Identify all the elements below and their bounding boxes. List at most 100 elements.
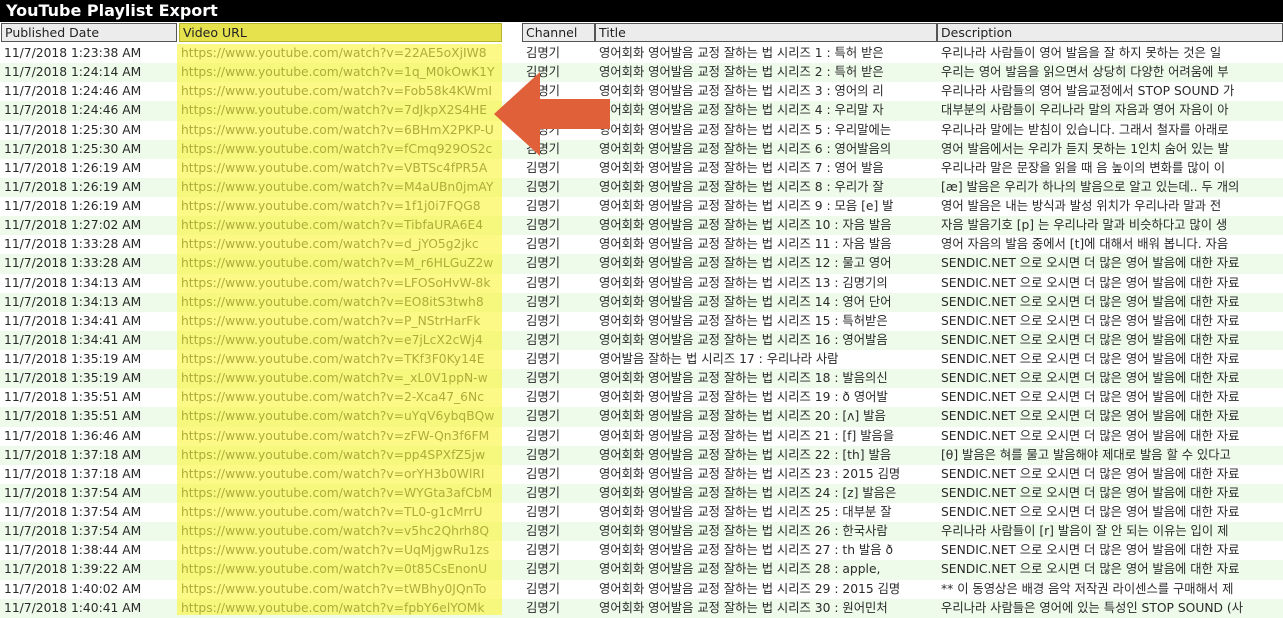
cell-published-date[interactable]: 11/7/2018 1:39:22 AM: [0, 560, 177, 579]
cell-video-url[interactable]: https://www.youtube.com/watch?v=LFOSoHvW…: [177, 274, 504, 293]
column-header-description[interactable]: Description: [937, 23, 1283, 42]
table-row[interactable]: 11/7/2018 1:36:46 AM https://www.youtube.…: [0, 426, 1283, 446]
cell-published-date[interactable]: 11/7/2018 1:33:28 AM: [0, 235, 177, 254]
table-row[interactable]: 11/7/2018 1:34:13 AM https://www.youtube.…: [0, 273, 1283, 293]
cell-title[interactable]: 영어회화 영어발음 교정 잘하는 법 시리즈 6 : 영어발음의: [595, 140, 937, 159]
cell-channel[interactable]: 김명기: [522, 331, 596, 350]
cell-video-url[interactable]: https://www.youtube.com/watch?v=VBTSc4fP…: [177, 159, 504, 178]
cell-channel[interactable]: 김명기: [522, 465, 596, 484]
table-row[interactable]: 11/7/2018 1:37:54 AM https://www.youtube.…: [0, 503, 1283, 523]
cell-video-url[interactable]: https://www.youtube.com/watch?v=TKf3F0Ky…: [177, 350, 504, 369]
table-row[interactable]: 11/7/2018 1:34:41 AM https://www.youtube.…: [0, 311, 1283, 331]
cell-published-date[interactable]: 11/7/2018 1:37:18 AM: [0, 446, 177, 465]
cell-title[interactable]: 영어회화 영어발음 교정 잘하는 법 시리즈 26 : 한국사람: [595, 522, 937, 541]
cell-description[interactable]: SENDIC.NET 으로 오시면 더 많은 영어 발음에 대한 자료: [937, 388, 1283, 407]
cell-published-date[interactable]: 11/7/2018 1:37:18 AM: [0, 465, 177, 484]
cell-published-date[interactable]: 11/7/2018 1:37:54 AM: [0, 503, 177, 522]
cell-channel[interactable]: 김명기: [522, 369, 596, 388]
cell-description[interactable]: 우리나라 말은 문장을 읽을 때 음 높이의 변화를 많이 이: [937, 159, 1283, 178]
cell-title[interactable]: 영어회화 영어발음 교정 잘하는 법 시리즈 10 : 자음 발음: [595, 216, 937, 235]
cell-title[interactable]: 영어회화 영어발음 교정 잘하는 법 시리즈 2 : 특허 받은: [595, 63, 937, 82]
cell-published-date[interactable]: 11/7/2018 1:36:46 AM: [0, 427, 177, 446]
cell-title[interactable]: 영어회화 영어발음 교정 잘하는 법 시리즈 14 : 영어 단어: [595, 293, 937, 312]
cell-description[interactable]: SENDIC.NET 으로 오시면 더 많은 영어 발음에 대한 자료: [937, 465, 1283, 484]
cell-description[interactable]: SENDIC.NET 으로 오시면 더 많은 영어 발음에 대한 자료: [937, 407, 1283, 426]
cell-published-date[interactable]: 11/7/2018 1:34:13 AM: [0, 293, 177, 312]
cell-video-url[interactable]: https://www.youtube.com/watch?v=pp4SPXfZ…: [177, 446, 504, 465]
cell-published-date[interactable]: 11/7/2018 1:35:51 AM: [0, 407, 177, 426]
cell-published-date[interactable]: 11/7/2018 1:37:54 AM: [0, 484, 177, 503]
cell-title[interactable]: 영어회화 영어발음 교정 잘하는 법 시리즈 7 : 영어 발음: [595, 159, 937, 178]
cell-description[interactable]: [θ] 발음은 혀를 물고 발음해야 제대로 발음 할 수 있다고: [937, 446, 1283, 465]
cell-title[interactable]: 영어회화 영어발음 교정 잘하는 법 시리즈 3 : 영어의 리: [595, 82, 937, 101]
cell-title[interactable]: 영어회화 영어발음 교정 잘하는 법 시리즈 18 : 발음의신: [595, 369, 937, 388]
table-row[interactable]: 11/7/2018 1:25:30 AM https://www.youtube.…: [0, 120, 1283, 140]
table-row[interactable]: 11/7/2018 1:39:22 AM https://www.youtube.…: [0, 560, 1283, 580]
cell-published-date[interactable]: 11/7/2018 1:26:19 AM: [0, 197, 177, 216]
cell-video-url[interactable]: https://www.youtube.com/watch?v=e7jLcX2c…: [177, 331, 504, 350]
table-row[interactable]: 11/7/2018 1:26:19 AM https://www.youtube.…: [0, 197, 1283, 217]
cell-video-url[interactable]: https://www.youtube.com/watch?v=22AE5oXj…: [177, 44, 504, 63]
cell-description[interactable]: [æ] 발음은 우리가 하나의 발음으로 알고 있는데.. 두 개의: [937, 178, 1283, 197]
cell-description[interactable]: 영어 발음에서는 우리가 듣지 못하는 1인치 숨어 있는 발: [937, 140, 1283, 159]
cell-channel[interactable]: 김명기: [522, 446, 596, 465]
cell-title[interactable]: 영어회화 영어발음 교정 잘하는 법 시리즈 16 : 영어발음: [595, 331, 937, 350]
table-row[interactable]: 11/7/2018 1:37:54 AM https://www.youtube.…: [0, 522, 1283, 542]
table-row[interactable]: 11/7/2018 1:24:46 AM https://www.youtube.…: [0, 101, 1283, 121]
cell-published-date[interactable]: 11/7/2018 1:35:19 AM: [0, 350, 177, 369]
cell-published-date[interactable]: 11/7/2018 1:25:30 AM: [0, 121, 177, 140]
cell-video-url[interactable]: https://www.youtube.com/watch?v=2-Xca47_…: [177, 388, 504, 407]
column-header-title[interactable]: Title: [595, 23, 937, 42]
cell-published-date[interactable]: 11/7/2018 1:25:30 AM: [0, 140, 177, 159]
cell-video-url[interactable]: https://www.youtube.com/watch?v=1f1j0i7F…: [177, 197, 504, 216]
cell-title[interactable]: 영어회화 영어발음 교정 잘하는 법 시리즈 12 : 물고 영어: [595, 254, 937, 273]
cell-video-url[interactable]: https://www.youtube.com/watch?v=_xL0V1pp…: [177, 369, 504, 388]
cell-published-date[interactable]: 11/7/2018 1:35:51 AM: [0, 388, 177, 407]
cell-description[interactable]: SENDIC.NET 으로 오시면 더 많은 영어 발음에 대한 자료: [937, 274, 1283, 293]
cell-published-date[interactable]: 11/7/2018 1:26:19 AM: [0, 159, 177, 178]
cell-description[interactable]: 영어 발음은 내는 방식과 발성 위치가 우리나라 말과 전: [937, 197, 1283, 216]
cell-video-url[interactable]: https://www.youtube.com/watch?v=1q_M0kOw…: [177, 63, 504, 82]
cell-published-date[interactable]: 11/7/2018 1:37:54 AM: [0, 522, 177, 541]
cell-title[interactable]: 영어회화 영어발음 교정 잘하는 법 시리즈 29 : 2015 김명: [595, 580, 937, 599]
cell-title[interactable]: 영어회화 영어발음 교정 잘하는 법 시리즈 8 : 우리가 잘: [595, 178, 937, 197]
table-row[interactable]: 11/7/2018 1:33:28 AM https://www.youtube.…: [0, 235, 1283, 255]
table-row[interactable]: 11/7/2018 1:37:18 AM https://www.youtube.…: [0, 464, 1283, 484]
cell-title[interactable]: 영어회화 영어발음 교정 잘하는 법 시리즈 21 : [f] 발음을: [595, 427, 937, 446]
table-row[interactable]: 11/7/2018 1:38:44 AM https://www.youtube.…: [0, 541, 1283, 561]
cell-video-url[interactable]: https://www.youtube.com/watch?v=WYGta3af…: [177, 484, 504, 503]
table-row[interactable]: 11/7/2018 1:23:38 AM https://www.youtube.…: [0, 44, 1283, 64]
cell-published-date[interactable]: 11/7/2018 1:34:41 AM: [0, 331, 177, 350]
cell-video-url[interactable]: https://www.youtube.com/watch?v=uYqV6ybq…: [177, 407, 504, 426]
cell-channel[interactable]: 김명기: [522, 407, 596, 426]
table-row[interactable]: 11/7/2018 1:37:54 AM https://www.youtube.…: [0, 483, 1283, 503]
cell-description[interactable]: SENDIC.NET 으로 오시면 더 많은 영어 발음에 대한 자료: [937, 427, 1283, 446]
cell-video-url[interactable]: https://www.youtube.com/watch?v=TL0-g1cM…: [177, 503, 504, 522]
cell-description[interactable]: ** 이 동영상은 배경 음악 저작권 라이센스를 구매해서 제: [937, 580, 1283, 599]
cell-title[interactable]: 영어회화 영어발음 교정 잘하는 법 시리즈 5 : 우리말에는: [595, 121, 937, 140]
cell-description[interactable]: 우리나라 사람들이 [r] 발음이 잘 안 되는 이유는 입이 제: [937, 522, 1283, 541]
cell-channel[interactable]: 김명기: [522, 44, 596, 63]
table-row[interactable]: 11/7/2018 1:26:19 AM https://www.youtube.…: [0, 177, 1283, 197]
cell-channel[interactable]: 김명기: [522, 178, 596, 197]
cell-published-date[interactable]: 11/7/2018 1:38:44 AM: [0, 541, 177, 560]
cell-channel[interactable]: 김명기: [522, 254, 596, 273]
cell-title[interactable]: 영어회화 영어발음 교정 잘하는 법 시리즈 24 : [z] 발음은: [595, 484, 937, 503]
cell-video-url[interactable]: https://www.youtube.com/watch?v=0t85CsEn…: [177, 560, 504, 579]
cell-description[interactable]: 우리나라 사람들이 영어 발음을 잘 하지 못하는 것은 일: [937, 44, 1283, 63]
cell-video-url[interactable]: https://www.youtube.com/watch?v=v5hc2Qhr…: [177, 522, 504, 541]
cell-video-url[interactable]: https://www.youtube.com/watch?v=Fob58k4K…: [177, 82, 504, 101]
cell-video-url[interactable]: https://www.youtube.com/watch?v=TibfaURA…: [177, 216, 504, 235]
cell-channel[interactable]: 김명기: [522, 388, 596, 407]
cell-title[interactable]: 영어회화 영어발음 교정 잘하는 법 시리즈 23 : 2015 김명: [595, 465, 937, 484]
cell-title[interactable]: 영어회화 영어발음 교정 잘하는 법 시리즈 20 : [ʌ] 발음: [595, 407, 937, 426]
cell-channel[interactable]: 김명기: [522, 274, 596, 293]
cell-description[interactable]: 대부분의 사람들이 우리나라 말의 자음과 영어 자음이 아: [937, 101, 1283, 120]
cell-published-date[interactable]: 11/7/2018 1:24:14 AM: [0, 63, 177, 82]
cell-video-url[interactable]: https://www.youtube.com/watch?v=fCmq929O…: [177, 140, 504, 159]
cell-video-url[interactable]: https://www.youtube.com/watch?v=P_NStrHa…: [177, 312, 504, 331]
cell-channel[interactable]: 김명기: [522, 235, 596, 254]
cell-title[interactable]: 영어회화 영어발음 교정 잘하는 법 시리즈 27 : th 발음 ð: [595, 541, 937, 560]
cell-channel[interactable]: 김명기: [522, 350, 596, 369]
table-row[interactable]: 11/7/2018 1:35:19 AM https://www.youtube.…: [0, 369, 1283, 389]
